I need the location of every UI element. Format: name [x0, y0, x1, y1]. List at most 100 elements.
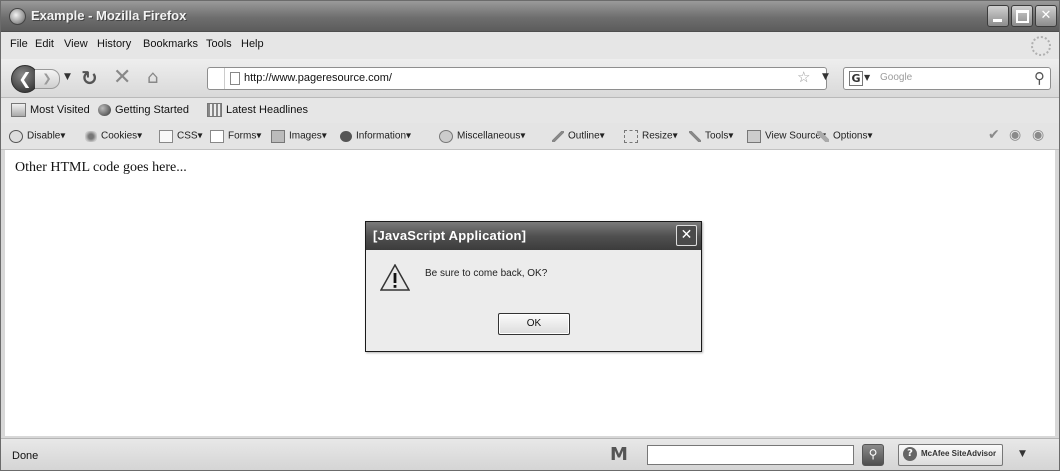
status-search-button[interactable]: ⚲: [862, 444, 884, 466]
menu-file[interactable]: File: [10, 38, 28, 50]
ok-button[interactable]: OK: [498, 313, 570, 335]
menu-bookmarks[interactable]: Bookmarks: [143, 38, 198, 50]
bookmark-label: Latest Headlines: [226, 104, 308, 116]
bookmark-label: Most Visited: [30, 104, 90, 116]
status-check-icon[interactable]: ◉: [1032, 127, 1044, 143]
search-engine-icon[interactable]: G: [849, 71, 863, 86]
dev-label: Images▾: [289, 130, 327, 142]
status-check-icon[interactable]: ◉: [1009, 127, 1021, 143]
url-text[interactable]: http://www.pageresource.com/: [244, 72, 392, 84]
minimize-button[interactable]: [987, 5, 1009, 27]
menu-history[interactable]: History: [97, 38, 131, 50]
dialog-close-button[interactable]: ✕: [676, 225, 697, 246]
dev-view-source[interactable]: View Source▾: [747, 129, 826, 143]
dev-miscellaneous[interactable]: Miscellaneous▾: [439, 129, 525, 143]
url-dropdown-icon[interactable]: ▼: [822, 72, 829, 82]
siteadvisor-label: McAfee SiteAdvisor: [921, 449, 997, 458]
page-favicon-icon: [230, 72, 240, 85]
title-bar: Example - Mozilla Firefox ✕: [1, 1, 1059, 32]
search-bar[interactable]: G ▼ Google ⚲: [843, 67, 1051, 90]
dev-resize[interactable]: Resize▾: [624, 129, 678, 143]
dev-label: Options▾: [833, 130, 873, 142]
dev-label: Cookies▾: [101, 130, 143, 142]
bookmark-label: Getting Started: [115, 104, 189, 116]
forms-icon: [210, 129, 224, 143]
stop-icon[interactable]: ✕: [113, 65, 131, 90]
browser-window: Example - Mozilla Firefox ✕ File Edit Vi…: [0, 0, 1060, 471]
dev-information[interactable]: Information▾: [340, 129, 411, 142]
dev-label: Disable▾: [27, 130, 66, 142]
dev-options[interactable]: Options▾: [817, 129, 872, 142]
maximize-button[interactable]: [1011, 5, 1033, 27]
information-icon: [340, 130, 352, 142]
view-source-icon: [747, 129, 761, 143]
bookmark-most-visited[interactable]: Most Visited: [11, 103, 90, 117]
siteadvisor-dropdown-icon[interactable]: ▼: [1019, 449, 1026, 459]
most-visited-icon: [11, 103, 26, 117]
page-body-text: Other HTML code goes here...: [15, 160, 187, 175]
images-icon: [271, 129, 285, 143]
status-search-input[interactable]: [647, 445, 854, 465]
dialog-message: Be sure to come back, OK?: [425, 268, 548, 279]
cookies-icon: [85, 130, 97, 142]
bookmark-latest-headlines[interactable]: Latest Headlines: [207, 103, 308, 117]
outline-icon: [552, 130, 564, 142]
dev-label: Information▾: [356, 130, 412, 142]
dev-disable[interactable]: Disable▾: [9, 129, 65, 143]
forward-button[interactable]: ❯: [35, 69, 60, 89]
dev-cookies[interactable]: Cookies▾: [85, 129, 142, 142]
miscellaneous-icon: [439, 129, 453, 143]
bookmark-getting-started[interactable]: Getting Started: [98, 103, 189, 116]
dev-images[interactable]: Images▾: [271, 129, 327, 143]
rss-feed-icon: [207, 103, 222, 117]
menu-tools[interactable]: Tools: [206, 38, 232, 50]
throbber-icon: [1031, 36, 1051, 56]
warning-icon: [380, 264, 410, 291]
web-developer-toolbar: Disable▾ Cookies▾ CSS▾ Forms▾ Images▾ In…: [1, 123, 1059, 150]
history-dropdown-icon[interactable]: ▼: [64, 72, 71, 82]
firefox-icon: [98, 104, 111, 116]
minimize-icon: [993, 19, 1002, 22]
dev-label: Resize▾: [642, 130, 678, 142]
bookmark-star-icon[interactable]: ☆: [797, 68, 810, 86]
reload-icon[interactable]: ↻: [81, 66, 98, 90]
home-icon[interactable]: ⌂: [147, 67, 158, 88]
bookmarks-toolbar: Most Visited Getting Started Latest Head…: [1, 98, 1059, 123]
options-icon: [817, 130, 829, 142]
javascript-alert-dialog: [JavaScript Application] ✕ Be sure to co…: [365, 221, 702, 352]
tools-icon: [689, 130, 701, 142]
menu-view[interactable]: View: [64, 38, 88, 50]
navigation-toolbar: ❮ ❯ ▼ ↻ ✕ ⌂ http://www.pageresource.com/…: [1, 59, 1059, 98]
search-icon: ⚲: [868, 447, 878, 461]
search-placeholder[interactable]: Google: [880, 72, 912, 83]
menu-bar: File Edit View History Bookmarks Tools H…: [1, 32, 1059, 59]
resize-icon: [624, 129, 638, 143]
siteadvisor-button[interactable]: ? McAfee SiteAdvisor: [898, 444, 1003, 466]
mcafee-m-icon[interactable]: M: [610, 444, 628, 465]
menu-help[interactable]: Help: [241, 38, 264, 50]
address-bar[interactable]: http://www.pageresource.com/: [207, 67, 827, 90]
checkmark-icon[interactable]: ✔: [988, 127, 1000, 143]
search-icon[interactable]: ⚲: [1034, 69, 1045, 87]
close-window-button[interactable]: ✕: [1035, 5, 1057, 27]
dev-label: CSS▾: [177, 130, 203, 142]
status-text: Done: [12, 450, 39, 462]
dialog-title-bar[interactable]: [JavaScript Application] ✕: [366, 222, 701, 250]
window-title: Example - Mozilla Firefox: [31, 8, 187, 23]
close-icon: ✕: [1040, 8, 1052, 23]
dev-tools[interactable]: Tools▾: [689, 129, 733, 142]
dev-outline[interactable]: Outline▾: [552, 129, 605, 142]
dev-forms[interactable]: Forms▾: [210, 129, 261, 143]
siteadvisor-question-icon: ?: [903, 447, 917, 461]
disable-icon: [9, 129, 23, 143]
maximize-icon: [1016, 10, 1029, 23]
url-bar-lead: [208, 68, 225, 89]
search-engine-dropdown-icon[interactable]: ▼: [864, 73, 870, 82]
dev-label: Outline▾: [568, 130, 605, 142]
css-icon: [159, 129, 173, 143]
dev-label: Tools▾: [705, 130, 734, 142]
menu-edit[interactable]: Edit: [35, 38, 54, 50]
firefox-logo-icon: [9, 8, 26, 25]
dev-css[interactable]: CSS▾: [159, 129, 203, 143]
dev-label: Miscellaneous▾: [457, 130, 526, 142]
